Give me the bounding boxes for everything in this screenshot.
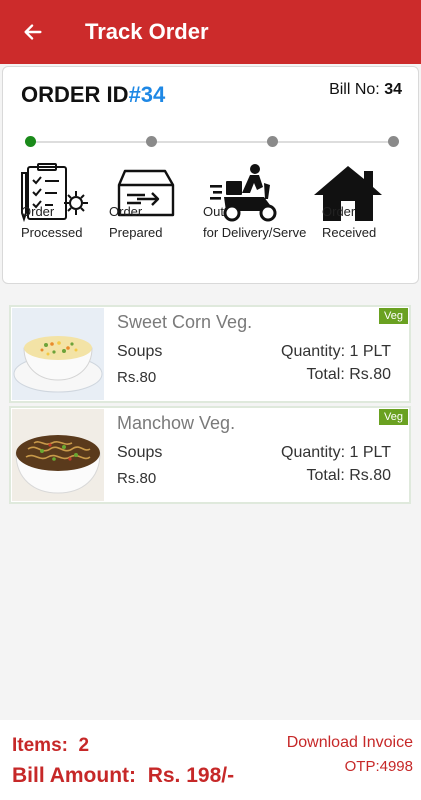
step-label-processed: Order Processed: [21, 201, 82, 243]
step-order-prepared: Order Prepared: [109, 163, 177, 240]
step-label-prepared: Order Prepared: [109, 201, 162, 243]
step-received-line1: Order: [322, 204, 356, 219]
bill-number-label: Bill No:: [329, 81, 380, 98]
item-name: Manchow Veg.: [117, 413, 236, 433]
step-delivery-line2: for Delivery/Serve: [203, 225, 307, 240]
step-received-line2: Received: [322, 225, 377, 240]
item-total: Total: Rs.80: [306, 467, 391, 484]
items-count-label: Items:: [12, 735, 68, 756]
step-prepared-line1: Order: [109, 204, 143, 219]
veg-badge: Veg: [379, 409, 408, 425]
step-dot-prepared: [146, 136, 157, 147]
order-item-card[interactable]: Sweet Corn Veg. Soups Rs.80 Quantity: 1 …: [9, 305, 411, 403]
step-order-received: Order Received: [312, 163, 384, 240]
item-name: Sweet Corn Veg.: [117, 312, 253, 332]
step-dot-processed: [25, 136, 36, 147]
step-label-received: Order Received: [322, 201, 376, 243]
arrow-left-icon: [24, 24, 42, 40]
order-id-number: #34: [128, 82, 166, 107]
download-invoice-link[interactable]: Download Invoice: [287, 734, 413, 752]
page-title: Track Order: [85, 19, 209, 44]
bill-number: Bill No: 34: [329, 81, 402, 99]
manchow-soup-image: [12, 409, 104, 501]
otp-code: OTP:4998: [344, 758, 413, 775]
order-id-label: ORDER ID: [21, 82, 129, 107]
veg-badge: Veg: [379, 308, 408, 324]
step-dot-received: [388, 136, 399, 147]
step-order-processed: Order Processed: [18, 163, 90, 240]
sweet-corn-soup-image: [12, 308, 104, 400]
item-quantity: Quantity: 1 PLT: [281, 343, 391, 360]
step-out-for-delivery: Out for Delivery/Serve: [203, 163, 306, 240]
item-quantity: Quantity: 1 PLT: [281, 444, 391, 461]
item-price: Rs.80: [117, 470, 157, 487]
step-prepared-line2: Prepared: [109, 225, 163, 240]
bill-number-value: 34: [384, 81, 402, 98]
app-bar: Track Order: [0, 0, 421, 64]
step-dot-delivery: [267, 136, 278, 147]
item-price: Rs.80: [117, 369, 157, 386]
items-count-value: 2: [78, 735, 90, 756]
progress-track: [25, 136, 399, 147]
step-processed-line2: Processed: [21, 225, 83, 240]
bill-amount: Bill Amount: Rs. 198/-: [12, 764, 234, 788]
bill-amount-label: Bill Amount:: [12, 764, 137, 787]
step-label-delivery: Out for Delivery/Serve: [203, 201, 306, 243]
order-item-card[interactable]: Manchow Veg. Soups Rs.80 Quantity: 1 PLT…: [9, 406, 411, 504]
order-id: ORDER ID#34: [21, 82, 165, 108]
item-total: Total: Rs.80: [306, 366, 391, 383]
bill-amount-value: Rs. 198/-: [147, 764, 235, 787]
step-processed-line1: Order: [21, 204, 55, 219]
item-category: Soups: [117, 343, 163, 360]
order-status-card: ORDER ID#34 Bill No: 34 Order Processed O…: [2, 66, 419, 284]
order-summary-footer: Items: 2 Bill Amount: Rs. 198/- Download…: [0, 720, 421, 800]
items-count: Items: 2: [12, 735, 89, 757]
step-delivery-line1: Out: [203, 204, 224, 219]
item-category: Soups: [117, 444, 163, 461]
back-button[interactable]: [0, 0, 66, 64]
